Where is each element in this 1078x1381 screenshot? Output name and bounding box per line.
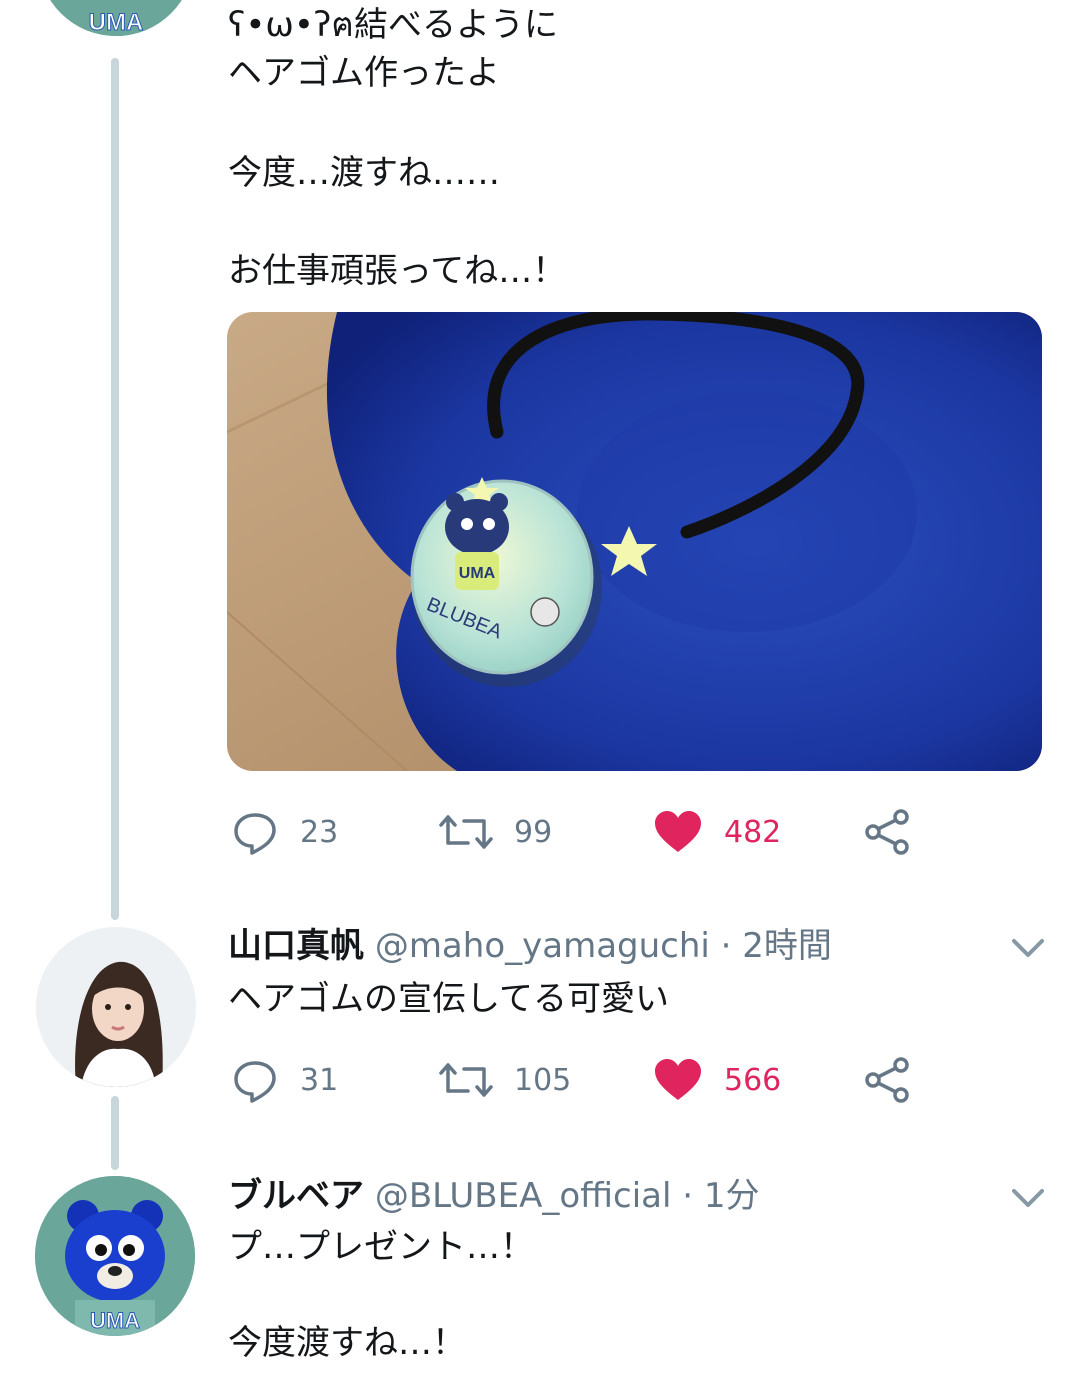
tweet2-time[interactable]: 2時間 <box>742 926 832 966</box>
tweet1-line-3: 今度…渡すね…… <box>228 153 500 193</box>
tweet3-author-name[interactable]: ブルベア <box>228 1176 364 1216</box>
tweet2-actions: 31 105 566 <box>228 1054 948 1106</box>
tweet3-time[interactable]: 1分 <box>704 1176 760 1216</box>
reply-count: 23 <box>300 814 339 850</box>
like-button[interactable]: 566 <box>654 1054 781 1106</box>
thread-line-middle <box>111 1096 119 1170</box>
tweet3-header: ブルベア @BLUBEA_official · 1分 <box>228 1174 760 1218</box>
tweet1-line-2: ヘアゴム作ったよ <box>228 53 500 93</box>
thread-line-top <box>111 58 119 920</box>
heart-icon <box>655 811 701 852</box>
like-count: 566 <box>724 1062 782 1098</box>
tweet1-line-1: ʕ•ω•ʔฅ結べるように <box>228 5 559 45</box>
retweet-icon <box>439 815 493 849</box>
reply-icon <box>234 1061 276 1103</box>
share-button[interactable] <box>864 1054 912 1106</box>
avatar-maho[interactable] <box>36 927 196 1087</box>
tweet1-photo[interactable]: UMA BLUBEA <box>227 312 1042 771</box>
like-button[interactable]: 482 <box>654 806 781 858</box>
share-icon <box>865 809 909 855</box>
chevron-down-icon[interactable] <box>1010 1186 1046 1210</box>
retweet-icon <box>439 1063 493 1097</box>
tweet1-line-4: お仕事頑張ってね…！ <box>228 251 567 291</box>
tweet3-line-2: 今度渡すね…！ <box>228 1323 466 1363</box>
tweet2-text: ヘアゴムの宣伝してる可愛い <box>228 979 669 1019</box>
tweet2-author-name[interactable]: 山口真帆 <box>228 926 364 966</box>
tweet1-actions: 23 99 482 <box>228 806 948 858</box>
share-button[interactable] <box>864 806 912 858</box>
tweet2-author-handle[interactable]: @maho_yamaguchi <box>375 926 710 966</box>
avatar-uma-text: UMA <box>89 9 144 36</box>
heart-icon <box>655 1059 701 1100</box>
tweet2-header: 山口真帆 @maho_yamaguchi · 2時間 <box>228 924 832 968</box>
avatar-blubea-top[interactable]: UMA <box>38 0 194 36</box>
reply-button[interactable]: 23 <box>232 806 338 858</box>
like-count: 482 <box>724 814 782 850</box>
avatar-uma-text: UMA <box>90 1308 140 1333</box>
tweet3-line-1: プ…プレゼント…！ <box>228 1227 534 1267</box>
tweet2-separator: · <box>720 926 732 966</box>
reply-count: 31 <box>300 1062 339 1098</box>
badge-uma-text: UMA <box>459 565 496 582</box>
avatar-blubea[interactable]: UMA <box>35 1176 195 1336</box>
tweet3-separator: · <box>682 1176 694 1216</box>
retweet-count: 105 <box>514 1062 572 1098</box>
chevron-down-icon[interactable] <box>1010 936 1046 960</box>
reply-icon <box>234 813 276 855</box>
retweet-count: 99 <box>514 814 553 850</box>
retweet-button[interactable]: 105 <box>438 1054 571 1106</box>
tweet3-author-handle[interactable]: @BLUBEA_official <box>375 1176 672 1216</box>
reply-button[interactable]: 31 <box>232 1054 338 1106</box>
retweet-button[interactable]: 99 <box>438 806 552 858</box>
share-icon <box>865 1057 909 1103</box>
